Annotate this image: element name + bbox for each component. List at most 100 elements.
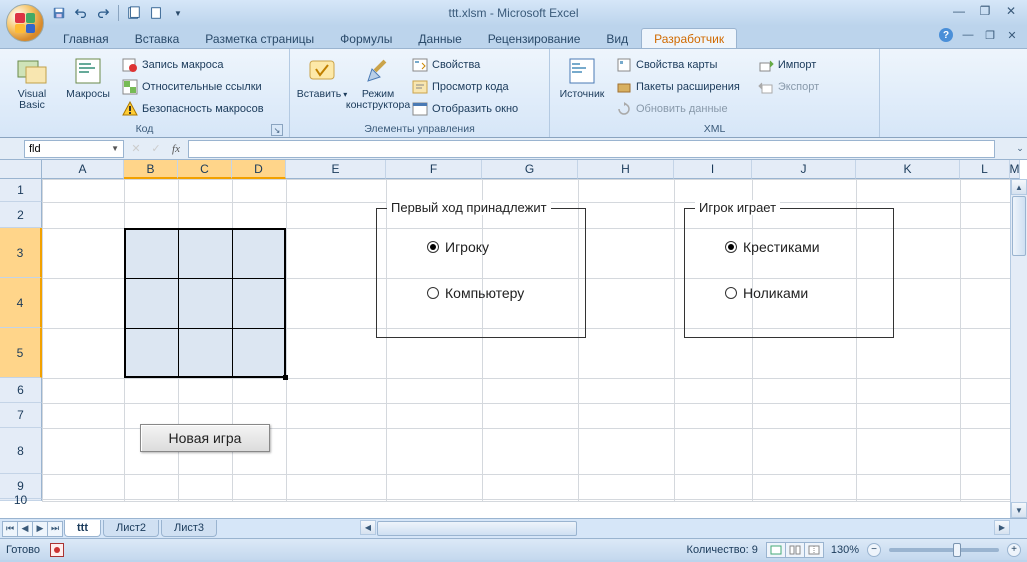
macro-security-button[interactable]: Безопасность макросов	[118, 99, 268, 119]
row-header-10[interactable]: 10	[0, 499, 42, 501]
col-header-B[interactable]: B	[124, 160, 178, 179]
xml-import-button[interactable]: Импорт	[754, 55, 823, 75]
scroll-thumb[interactable]	[1012, 196, 1026, 256]
xml-export-button[interactable]: Экспорт	[754, 77, 823, 97]
namebox-dropdown-icon[interactable]: ▼	[111, 144, 119, 153]
ribbon-tab-7[interactable]: Разработчик	[641, 28, 737, 48]
map-properties-button[interactable]: Свойства карты	[612, 55, 744, 75]
row-header-1[interactable]: 1	[0, 179, 42, 202]
col-header-M[interactable]: M	[1010, 160, 1020, 179]
col-header-E[interactable]: E	[286, 160, 386, 179]
sheet-tab-ttt[interactable]: ttt	[64, 520, 101, 537]
relative-refs-button[interactable]: Относительные ссылки	[118, 77, 268, 97]
scroll-down-icon[interactable]: ▼	[1011, 502, 1027, 518]
row-header-5[interactable]: 5	[0, 328, 42, 378]
record-macro-button[interactable]: Запись макроса	[118, 55, 268, 75]
name-box[interactable]: fld▼	[24, 140, 124, 158]
hscroll-thumb[interactable]	[377, 521, 577, 536]
col-header-K[interactable]: K	[856, 160, 960, 179]
qat-custom2-icon[interactable]	[147, 4, 165, 22]
view-normal-icon[interactable]	[766, 542, 786, 558]
row-header-3[interactable]: 3	[0, 228, 42, 278]
row-header-2[interactable]: 2	[0, 202, 42, 228]
ribbon-tab-2[interactable]: Разметка страницы	[192, 28, 327, 48]
row-header-8[interactable]: 8	[0, 428, 42, 474]
sheet-nav-next-icon[interactable]: ▶	[32, 521, 48, 537]
col-header-G[interactable]: G	[482, 160, 578, 179]
enter-formula-icon[interactable]: ✓	[148, 142, 164, 155]
window-title: ttt.xlsm - Microsoft Excel	[448, 6, 578, 20]
row-header-4[interactable]: 4	[0, 278, 42, 328]
player-symbol-groupbox: Игрок играет Крестиками Ноликами	[684, 208, 894, 338]
office-button[interactable]	[6, 4, 44, 42]
view-code-button[interactable]: Просмотр кода	[408, 77, 522, 97]
col-header-A[interactable]: A	[42, 160, 124, 179]
radio-noughts[interactable]: Ноликами	[725, 285, 808, 301]
dialog-launcher-icon[interactable]: ↘	[271, 124, 283, 136]
ribbon-tab-0[interactable]: Главная	[50, 28, 122, 48]
sheet-nav-first-icon[interactable]: ⏮	[2, 521, 18, 537]
ribbon-tab-6[interactable]: Вид	[593, 28, 641, 48]
minimize-icon[interactable]: —	[949, 4, 969, 18]
qat-custom1-icon[interactable]	[125, 4, 143, 22]
run-dialog-button[interactable]: Отобразить окно	[408, 99, 522, 119]
ribbon-tab-3[interactable]: Формулы	[327, 28, 405, 48]
macro-record-icon[interactable]	[50, 543, 64, 557]
zoom-level[interactable]: 130%	[831, 544, 859, 556]
view-layout-icon[interactable]	[785, 542, 805, 558]
mdi-close-icon[interactable]: ✕	[1005, 28, 1019, 42]
sheet-tab-Лист2[interactable]: Лист2	[103, 520, 159, 537]
col-header-L[interactable]: L	[960, 160, 1010, 179]
visual-basic-button[interactable]: Visual Basic	[6, 51, 58, 115]
help-icon[interactable]: ?	[939, 28, 953, 42]
design-mode-button[interactable]: Режим конструктора	[352, 51, 404, 115]
sheet-nav-last-icon[interactable]: ⏭	[47, 521, 63, 537]
refresh-data-button[interactable]: Обновить данные	[612, 99, 744, 119]
qat-save-icon[interactable]	[50, 4, 68, 22]
zoom-in-icon[interactable]: +	[1007, 543, 1021, 557]
fx-icon[interactable]: fx	[168, 143, 184, 155]
formula-input[interactable]	[188, 140, 995, 158]
close-icon[interactable]: ✕	[1001, 4, 1021, 18]
radio-player[interactable]: Игроку	[427, 239, 489, 255]
qat-undo-icon[interactable]	[72, 4, 90, 22]
radio-icon	[725, 241, 737, 253]
col-header-D[interactable]: D	[232, 160, 286, 179]
cancel-formula-icon[interactable]: ✕	[128, 142, 144, 155]
macros-button[interactable]: Макросы	[62, 51, 114, 104]
row-header-7[interactable]: 7	[0, 403, 42, 428]
col-header-H[interactable]: H	[578, 160, 674, 179]
zoom-out-icon[interactable]: −	[867, 543, 881, 557]
radio-crosses[interactable]: Крестиками	[725, 239, 820, 255]
vertical-scrollbar[interactable]: ▲ ▼	[1010, 179, 1027, 518]
ribbon-tab-4[interactable]: Данные	[405, 28, 474, 48]
qat-redo-icon[interactable]	[94, 4, 112, 22]
mdi-restore-icon[interactable]: ❐	[983, 28, 997, 42]
ribbon-tab-1[interactable]: Вставка	[122, 28, 193, 48]
col-header-F[interactable]: F	[386, 160, 482, 179]
scroll-up-icon[interactable]: ▲	[1011, 179, 1027, 195]
sheet-tab-Лист3[interactable]: Лист3	[161, 520, 217, 537]
properties-button[interactable]: Свойства	[408, 55, 522, 75]
col-header-J[interactable]: J	[752, 160, 856, 179]
expansion-packs-button[interactable]: Пакеты расширения	[612, 77, 744, 97]
new-game-button[interactable]: Новая игра	[140, 424, 270, 452]
expand-formula-bar-icon[interactable]: ⌄	[1013, 143, 1027, 154]
col-header-I[interactable]: I	[674, 160, 752, 179]
insert-control-button[interactable]: Вставить▾	[296, 51, 348, 104]
scroll-right-icon[interactable]: ▶	[994, 520, 1010, 535]
select-all-button[interactable]	[0, 160, 42, 179]
view-pagebreak-icon[interactable]	[804, 542, 824, 558]
qat-dropdown-icon[interactable]: ▼	[169, 4, 187, 22]
col-header-C[interactable]: C	[178, 160, 232, 179]
sheet-nav-prev-icon[interactable]: ◀	[17, 521, 33, 537]
xml-source-button[interactable]: Источник	[556, 51, 608, 104]
horizontal-scrollbar[interactable]: ◀ ▶	[360, 520, 1010, 537]
mdi-minimize-icon[interactable]: —	[961, 28, 975, 42]
radio-computer[interactable]: Компьютеру	[427, 285, 524, 301]
scroll-left-icon[interactable]: ◀	[360, 520, 376, 535]
restore-icon[interactable]: ❐	[975, 4, 995, 18]
ribbon-tab-5[interactable]: Рецензирование	[475, 28, 594, 48]
zoom-slider[interactable]	[889, 548, 999, 552]
row-header-6[interactable]: 6	[0, 378, 42, 403]
